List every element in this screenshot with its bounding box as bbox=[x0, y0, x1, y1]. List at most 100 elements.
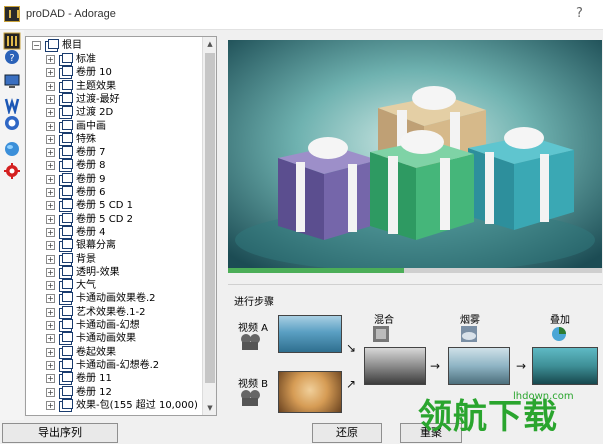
window-title: proDAD - Adorage bbox=[26, 8, 116, 20]
expand-icon[interactable]: + bbox=[46, 68, 55, 78]
mix-thumbnail[interactable] bbox=[364, 347, 426, 385]
tree-item-label: 卡通动画效果卷.2 bbox=[76, 293, 156, 305]
tree-item-label: 主题效果 bbox=[76, 80, 116, 92]
folder-icon bbox=[58, 159, 73, 173]
arrow-icon: ↗ bbox=[346, 377, 357, 391]
svg-text:?: ? bbox=[9, 53, 14, 64]
help-button[interactable]: ? bbox=[576, 6, 583, 21]
tree-item-label: 标准 bbox=[76, 54, 96, 65]
video-b-thumbnail[interactable] bbox=[278, 371, 342, 413]
tree-item-label: 艺术效果卷.1-2 bbox=[76, 306, 146, 318]
fog-label: 烟雾 bbox=[460, 315, 480, 326]
tree-item-label: 卷起效果 bbox=[76, 346, 116, 358]
tree-item-label: 卡通动画-幻想卷.2 bbox=[76, 359, 160, 371]
process-title: 进行步骤 bbox=[234, 297, 274, 308]
expand-icon[interactable]: + bbox=[46, 347, 55, 357]
tree-item-label: 过渡-最好 bbox=[76, 93, 120, 105]
gift-boxes-preview bbox=[228, 40, 602, 268]
expand-icon[interactable]: + bbox=[46, 55, 55, 64]
expand-icon[interactable]: + bbox=[46, 134, 55, 144]
scroll-up-icon[interactable]: ▲ bbox=[203, 37, 216, 51]
film-reel-icon bbox=[240, 389, 260, 407]
title-bar: proDAD - Adorage ? bbox=[0, 0, 603, 30]
tree-item-label: 透明-效果 bbox=[76, 266, 120, 278]
fog-thumbnail[interactable] bbox=[448, 347, 510, 385]
scroll-thumb[interactable] bbox=[205, 53, 215, 383]
wave-icon[interactable] bbox=[3, 96, 21, 116]
tree-item-label: 画中画 bbox=[76, 120, 106, 132]
film-reel-icon bbox=[240, 333, 260, 351]
help-icon[interactable]: ? bbox=[3, 48, 21, 66]
export-sequence-button[interactable]: 导出序列 bbox=[2, 423, 118, 443]
folder-icon bbox=[58, 372, 73, 386]
expand-icon[interactable]: + bbox=[46, 108, 55, 118]
tree-item-label: 背景 bbox=[76, 253, 96, 265]
effects-tree[interactable]: − 根目 + 标准 + 卷册 10 + 主题效果 + 过渡-最好 + 过渡 2D + 画中画 + 特殊 + 卷… bbox=[25, 36, 217, 416]
expand-icon[interactable]: + bbox=[46, 241, 55, 251]
video-a-thumbnail[interactable] bbox=[278, 315, 342, 353]
expand-icon[interactable]: + bbox=[46, 254, 55, 264]
tree-item-label: 卷册 11 bbox=[76, 373, 112, 385]
expand-icon[interactable]: + bbox=[46, 201, 55, 211]
expand-icon[interactable]: + bbox=[46, 174, 55, 184]
tree-item-label: 卡通动画-幻想 bbox=[76, 320, 140, 331]
folder-icon bbox=[58, 172, 73, 186]
expand-icon[interactable]: + bbox=[46, 214, 55, 224]
expand-icon[interactable]: + bbox=[46, 387, 55, 397]
expand-icon[interactable]: + bbox=[46, 307, 55, 317]
collapse-icon[interactable]: − bbox=[32, 41, 41, 50]
folder-icon bbox=[58, 186, 73, 199]
overlay-icon bbox=[550, 325, 568, 343]
gear-icon[interactable] bbox=[3, 162, 21, 180]
expand-icon[interactable]: + bbox=[46, 400, 55, 410]
expand-icon[interactable]: + bbox=[46, 148, 55, 158]
target-icon[interactable] bbox=[3, 114, 21, 132]
tree-item-label: 卷册 7 bbox=[76, 147, 106, 159]
arrow-icon: → bbox=[430, 359, 441, 373]
expand-icon[interactable]: + bbox=[46, 227, 55, 237]
preview-window bbox=[228, 40, 602, 268]
folder-icon bbox=[58, 252, 73, 266]
expand-icon[interactable]: + bbox=[46, 267, 55, 277]
folder-icon bbox=[58, 106, 73, 120]
folder-icon bbox=[58, 385, 73, 399]
folder-icon bbox=[58, 146, 73, 160]
tree-item-label: 卡通动画效果 bbox=[76, 333, 136, 345]
scroll-down-icon[interactable]: ▼ bbox=[203, 401, 216, 415]
preview-progress-bar[interactable] bbox=[228, 268, 602, 273]
expand-icon[interactable]: + bbox=[46, 360, 55, 370]
expand-icon[interactable]: + bbox=[46, 81, 55, 91]
folder-icon bbox=[58, 279, 73, 293]
expand-icon[interactable]: + bbox=[46, 94, 55, 104]
expand-icon[interactable]: + bbox=[46, 161, 55, 171]
expand-icon[interactable]: + bbox=[46, 321, 55, 330]
mix-icon bbox=[372, 325, 390, 343]
tree-item-label: 卷册 10 bbox=[76, 67, 112, 79]
expand-icon[interactable]: + bbox=[46, 281, 55, 291]
tree-item-label: 卷册 4 bbox=[76, 226, 106, 238]
folder-icon bbox=[58, 66, 73, 80]
expand-icon[interactable]: + bbox=[46, 121, 55, 131]
tree-scrollbar[interactable]: ▲ ▼ bbox=[202, 37, 216, 415]
folder-icon bbox=[58, 53, 73, 66]
mix-label: 混合 bbox=[374, 315, 394, 326]
globe-icon[interactable] bbox=[3, 140, 21, 158]
video-a-label: 视频 A bbox=[238, 323, 269, 334]
expand-icon[interactable]: + bbox=[46, 334, 55, 344]
tree-item-label: 卷册 5 CD 1 bbox=[76, 200, 133, 212]
folder-icon bbox=[58, 358, 73, 372]
fog-icon bbox=[460, 325, 478, 343]
expand-icon[interactable]: + bbox=[46, 374, 55, 384]
tree-item-label: 卷册 5 CD 2 bbox=[76, 213, 133, 225]
expand-icon[interactable]: + bbox=[46, 188, 55, 197]
folder-icon bbox=[58, 265, 73, 279]
folder-icon bbox=[58, 119, 73, 133]
tree-item-label: 卷册 12 bbox=[76, 386, 112, 398]
restore-button[interactable]: 还原 bbox=[312, 423, 382, 443]
folder-icon bbox=[58, 305, 73, 319]
expand-icon[interactable]: + bbox=[46, 294, 55, 304]
overlay-thumbnail[interactable] bbox=[532, 347, 598, 385]
monitor-icon[interactable] bbox=[3, 72, 21, 90]
app-icon bbox=[4, 6, 20, 22]
folder-icon bbox=[58, 239, 73, 253]
